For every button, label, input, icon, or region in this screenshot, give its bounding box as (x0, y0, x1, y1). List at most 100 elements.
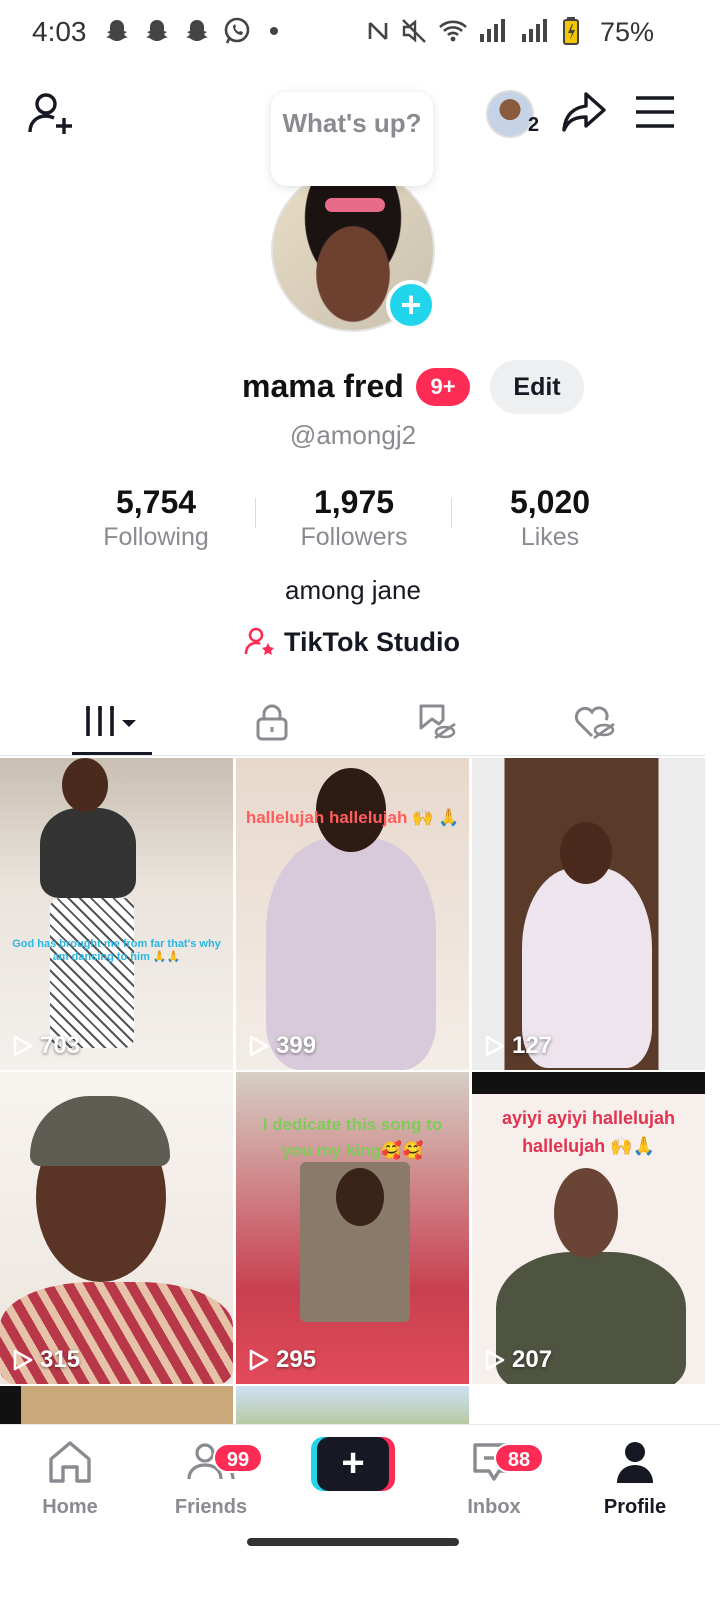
play-icon (13, 1349, 33, 1371)
video-caption: hallelujah hallelujah 🙌 🙏 (245, 808, 460, 827)
lock-icon (256, 704, 288, 741)
status-time: 4:03 (32, 16, 87, 47)
friends-avatar[interactable] (486, 90, 534, 138)
video-caption: ayiyi ayiyi hallelujah hallelujah 🙌🙏 (501, 1108, 676, 1156)
edit-profile-button[interactable]: Edit (490, 360, 584, 414)
video-thumbnail[interactable] (0, 1386, 233, 1426)
view-count-value: 399 (276, 1032, 317, 1059)
play-icon (249, 1349, 269, 1371)
video-thumbnail[interactable] (236, 1386, 469, 1426)
thumb-figure (40, 808, 136, 898)
nav-home-label: Home (42, 1496, 98, 1518)
view-count: 315 (12, 1346, 80, 1374)
tab-videos[interactable] (32, 688, 192, 756)
notification-badge[interactable]: 9+ (416, 368, 470, 406)
bottom-navigation: Home Friends 99 + Inbox 88 Profile (0, 1424, 720, 1600)
thumb-beanie (30, 1096, 170, 1166)
name-row: mama fred 9+ Edit (0, 360, 720, 416)
nav-friends[interactable]: Friends 99 (151, 1439, 271, 1519)
inbox-badge: 88 (494, 1443, 544, 1473)
plus-icon: + (317, 1437, 389, 1491)
video-thumbnail[interactable]: God has brought me from far that's why a… (0, 758, 233, 1070)
friends-avatar-count: 2 (528, 114, 540, 136)
nav-inbox[interactable]: Inbox 88 (434, 1439, 554, 1519)
add-story-button[interactable]: + (386, 280, 436, 330)
snapchat-icon (142, 16, 172, 46)
battery-percent: 75% (599, 17, 654, 47)
mute-icon (400, 17, 428, 50)
hidden-heart-icon (574, 706, 615, 740)
video-thumbnail[interactable]: 315 (0, 1072, 233, 1384)
view-count-value: 207 (512, 1346, 553, 1373)
thumb-skirt (50, 898, 134, 1048)
nav-profile[interactable]: Profile (575, 1439, 695, 1519)
video-caption: God has brought me from far that's why a… (12, 938, 221, 963)
stat-following[interactable]: 5,754 Following (56, 484, 256, 552)
followers-count: 1,975 (313, 484, 395, 520)
notification-dot (270, 27, 278, 35)
tiktok-studio-link[interactable]: TikTok Studio (244, 624, 460, 660)
view-count: 207 (484, 1346, 552, 1374)
studio-label: TikTok Studio (284, 626, 461, 657)
add-user-icon (28, 93, 72, 134)
snapchat-icon (102, 16, 132, 46)
view-count-value: 703 (40, 1032, 81, 1059)
plus-icon: + (400, 284, 422, 325)
share-profile-button[interactable] (560, 88, 608, 136)
wifi-icon (438, 18, 468, 49)
profile-bio: among jane (285, 575, 421, 605)
view-count: 703 (12, 1032, 80, 1060)
status-right-icons (366, 16, 580, 51)
play-icon (13, 1035, 33, 1057)
video-thumbnail[interactable]: hallelujah hallelujah 🙌 🙏 399 (236, 758, 469, 1070)
following-label: Following (103, 523, 209, 551)
tab-private[interactable] (192, 688, 352, 756)
thumb-head (560, 822, 612, 884)
tab-reposts[interactable] (356, 688, 516, 756)
followers-label: Followers (300, 523, 408, 551)
thumb-head (336, 1168, 384, 1226)
thumb-head (62, 758, 108, 812)
content-tabs (0, 688, 706, 756)
active-tab-indicator (72, 752, 152, 755)
thumb-head (554, 1168, 618, 1258)
tab-liked[interactable] (514, 688, 674, 756)
status-bar: 4:03 75% (0, 0, 720, 66)
video-caption: I dedicate this song to you my king🥰🥰 (262, 1115, 443, 1160)
username-handle: @amongj2 (289, 420, 417, 450)
stat-likes[interactable]: 5,020 Likes (450, 484, 650, 552)
play-icon (485, 1349, 505, 1371)
view-count: 399 (248, 1032, 316, 1060)
view-count: 127 (484, 1032, 552, 1060)
battery-icon (562, 16, 580, 51)
profile-icon (617, 1442, 653, 1483)
status-left-icons (102, 16, 278, 46)
create-button[interactable]: + (311, 1437, 395, 1491)
signal-icon (478, 18, 510, 49)
video-thumbnail[interactable]: I dedicate this song to you my king🥰🥰 29… (236, 1072, 469, 1384)
nav-home[interactable]: Home (10, 1439, 130, 1519)
menu-button[interactable] (634, 92, 676, 132)
share-icon (562, 92, 606, 132)
view-count: 295 (248, 1346, 316, 1374)
play-icon (249, 1035, 269, 1057)
view-count-value: 127 (512, 1032, 553, 1059)
likes-label: Likes (520, 523, 580, 551)
whats-up-bubble[interactable]: What's up? (271, 92, 433, 186)
video-thumbnail[interactable]: ayiyi ayiyi hallelujah hallelujah 🙌🙏 207 (472, 1072, 705, 1384)
friends-badge: 99 (213, 1443, 263, 1473)
nav-friends-label: Friends (174, 1496, 248, 1518)
add-friend-button[interactable] (26, 90, 76, 140)
likes-count: 5,020 (509, 484, 591, 520)
nfc-icon (366, 17, 390, 50)
grid-videos-icon (86, 706, 136, 736)
stat-followers[interactable]: 1,975 Followers (254, 484, 454, 552)
video-thumbnail[interactable]: 127 (472, 758, 705, 1070)
signal-icon (520, 18, 552, 49)
home-icon (49, 1441, 91, 1483)
studio-icon (244, 627, 274, 655)
view-count-value: 295 (276, 1346, 317, 1373)
gesture-home-bar[interactable] (247, 1538, 459, 1546)
following-count: 5,754 (115, 484, 197, 520)
display-name: mama fred (242, 368, 404, 404)
